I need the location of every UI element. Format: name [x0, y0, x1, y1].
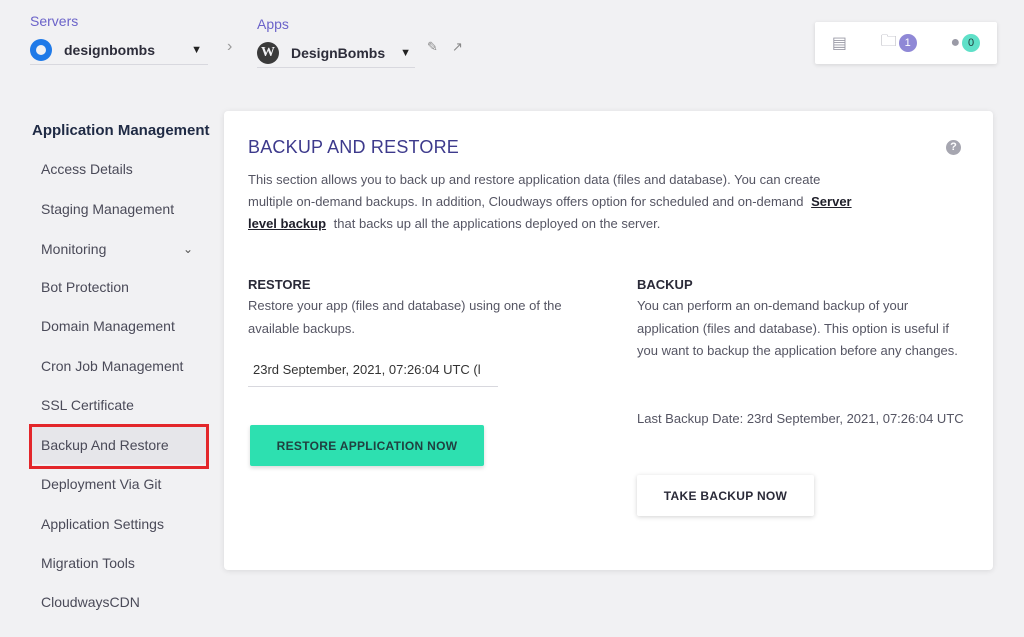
sidebar-item-label: Cron Job Management [41, 358, 184, 374]
description-text-end: that backs up all the applications deplo… [333, 216, 661, 231]
sidebar-item-access-details[interactable]: Access Details [29, 150, 207, 188]
sidebar-item-cloudwayscdn[interactable]: CloudwaysCDN [29, 583, 207, 621]
app-select[interactable]: W DesignBombs ▼ [257, 38, 415, 68]
sidebar-item-label: Monitoring [41, 241, 107, 257]
server-name: designbombs [64, 41, 156, 58]
restore-title: RESTORE [248, 277, 311, 292]
sidebar-item-staging-management[interactable]: Staging Management [29, 190, 207, 228]
sidebar-item-cron-job-management[interactable]: Cron Job Management [29, 347, 207, 385]
help-icon[interactable]: ? [946, 140, 961, 155]
description-text: This section allows you to back up and r… [248, 172, 821, 209]
sidebar-item-monitoring[interactable]: Monitoring ⌄ [29, 230, 207, 268]
backup-text: You can perform an on-demand backup of y… [637, 298, 958, 358]
sidebar-item-label: Bot Protection [41, 279, 129, 295]
servers-list-button[interactable]: ▤ [832, 33, 847, 53]
user-icon: ● [950, 34, 961, 51]
apps-label: Apps [257, 16, 289, 32]
server-list-icon: ▤ [831, 35, 847, 52]
sidebar-item-label: Domain Management [41, 318, 175, 334]
wordpress-logo-icon: W [257, 41, 279, 64]
users-button[interactable]: ● 0 [950, 34, 981, 52]
sidebar-item-ssl-certificate[interactable]: SSL Certificate [29, 386, 207, 424]
backup-restore-card: BACKUP AND RESTORE ? This section allows… [224, 111, 993, 570]
users-badge: 0 [962, 34, 981, 52]
sidebar-title: Application Management [32, 122, 210, 139]
sidebar-item-label: Migration Tools [41, 555, 135, 571]
take-backup-button[interactable]: TAKE BACKUP NOW [637, 475, 814, 516]
chevron-down-icon[interactable]: ⌄ [183, 242, 193, 256]
external-link-icon[interactable]: ↗ [452, 39, 463, 55]
sidebar-item-deployment-via-git[interactable]: Deployment Via Git [29, 465, 207, 503]
sidebar-item-domain-management[interactable]: Domain Management [29, 307, 207, 345]
sidebar-item-label: Application Settings [41, 516, 164, 532]
chevron-right-icon: › [227, 38, 233, 55]
servers-selector[interactable]: Servers designbombs ▼ [30, 13, 208, 65]
edit-pencil-icon[interactable]: ✎ [427, 39, 438, 55]
backup-select[interactable]: 23rd September, 2021, 07:26:04 UTC (l [248, 353, 498, 387]
last-backup-date: Last Backup Date: 23rd September, 2021, … [637, 411, 964, 426]
sidebar-item-label: Access Details [41, 161, 133, 177]
digitalocean-logo-icon [30, 38, 52, 61]
sidebar-item-label: Deployment Via Git [41, 476, 162, 492]
sidebar-item-application-settings[interactable]: Application Settings [29, 505, 207, 543]
page-title: BACKUP AND RESTORE [248, 137, 459, 157]
top-right-panel: ▤ 🗀 1 ● 0 [815, 22, 997, 64]
sidebar-item-label: SSL Certificate [41, 397, 134, 413]
restore-application-button[interactable]: RESTORE APPLICATION NOW [250, 425, 484, 466]
backup-title: BACKUP [637, 277, 693, 292]
server-select[interactable]: designbombs ▼ [30, 35, 208, 65]
app-name: DesignBombs [291, 44, 386, 61]
sidebar-item-backup-and-restore[interactable]: Backup And Restore [29, 426, 207, 464]
sidebar-item-label: CloudwaysCDN [41, 594, 140, 610]
sidebar-item-migration-tools[interactable]: Migration Tools [29, 544, 207, 582]
apps-selector[interactable]: Apps W DesignBombs ▼ [257, 16, 417, 68]
sidebar-item-label: Backup And Restore [41, 437, 169, 453]
sidebar-item-bot-protection[interactable]: Bot Protection [29, 268, 207, 306]
sidebar-item-label: Staging Management [41, 201, 175, 217]
folder-icon: 🗀 [880, 32, 897, 50]
restore-text: Restore your app (files and database) us… [248, 298, 562, 336]
notifications-badge: 1 [898, 34, 917, 52]
caret-down-icon[interactable]: ▼ [191, 44, 202, 56]
servers-label: Servers [30, 13, 79, 29]
caret-down-icon[interactable]: ▼ [400, 47, 411, 59]
notifications-button[interactable]: 🗀 1 [881, 30, 917, 57]
section-description: This section allows you to back up and r… [248, 169, 868, 235]
